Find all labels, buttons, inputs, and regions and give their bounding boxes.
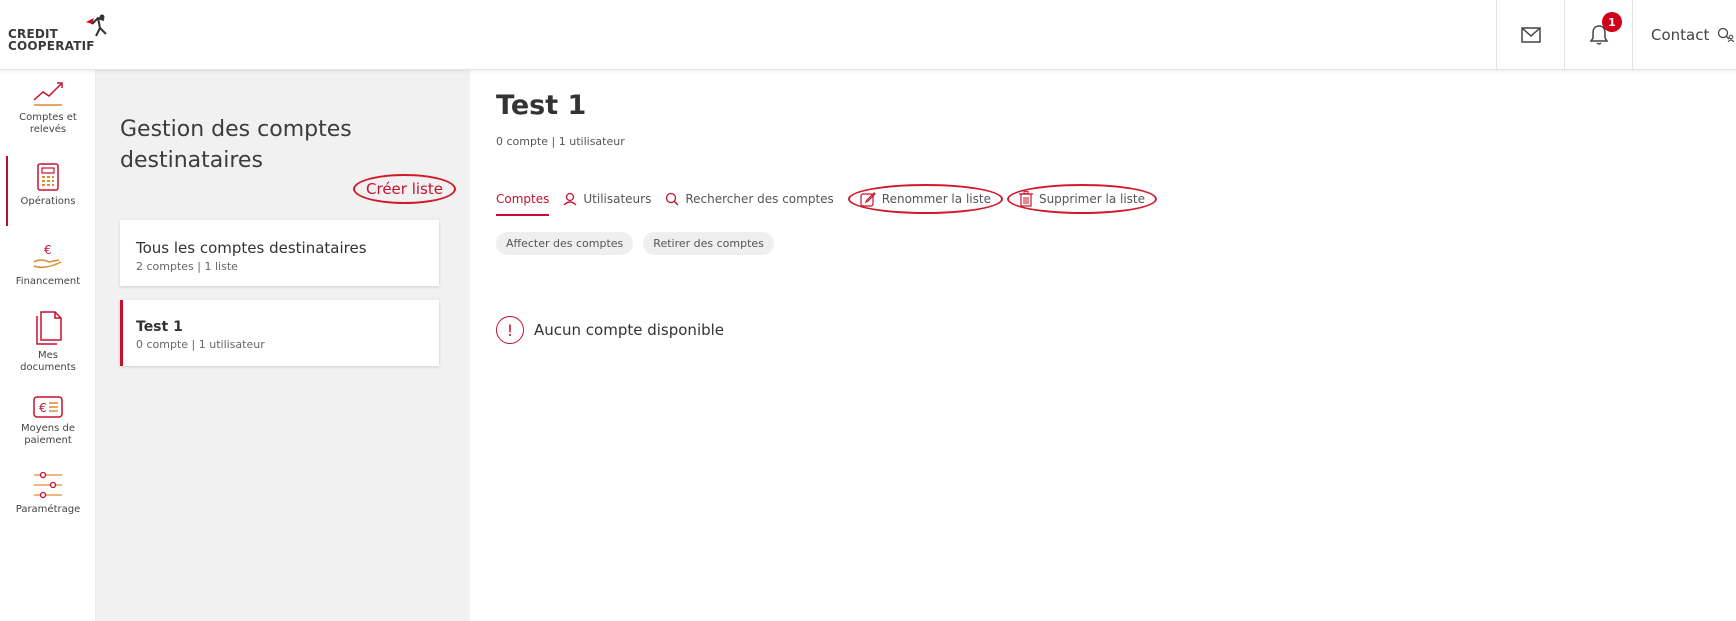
messages-button[interactable] bbox=[1496, 0, 1564, 70]
create-list-button[interactable]: Créer liste bbox=[353, 174, 456, 204]
nav-label-comptes: Comptes et relevés bbox=[19, 112, 77, 135]
nav-item-parametrage[interactable]: Paramétrage bbox=[0, 470, 96, 516]
nav-label-documents: Mes documents bbox=[20, 350, 76, 373]
nav-item-financement[interactable]: € Financement bbox=[0, 242, 96, 288]
nav-item-operations[interactable]: Opérations bbox=[0, 162, 96, 208]
trash-icon bbox=[1018, 191, 1033, 207]
calculator-icon bbox=[37, 163, 59, 191]
page-title: Test 1 bbox=[496, 90, 587, 121]
panel-title: Gestion des comptes destinataires bbox=[120, 117, 352, 173]
user-search-icon bbox=[1718, 27, 1735, 43]
assign-accounts-button[interactable]: Affecter des comptes bbox=[496, 232, 634, 255]
svg-text:€: € bbox=[39, 401, 47, 415]
detail-tabs: Comptes Utilisateurs Rechercher des comp… bbox=[496, 184, 1161, 216]
edit-icon bbox=[860, 191, 876, 207]
euro-hand-icon: € bbox=[33, 243, 62, 269]
nav-label-paiement: Moyens de paiement bbox=[20, 423, 76, 446]
page-subtitle: 0 compte | 1 utilisateur bbox=[496, 135, 625, 148]
list-card-all[interactable]: Tous les comptes destinataires 2 comptes… bbox=[120, 220, 439, 286]
rename-list-label: Renommer la liste bbox=[881, 192, 991, 206]
warning-icon: ! bbox=[496, 316, 524, 344]
list-card-subtitle: 0 compte | 1 utilisateur bbox=[136, 338, 265, 351]
nav-label-financement: Financement bbox=[15, 276, 81, 287]
tab-label: Comptes bbox=[496, 192, 550, 206]
remove-accounts-button[interactable]: Retirer des comptes bbox=[643, 232, 774, 255]
nav-item-mes-documents[interactable]: Mes documents bbox=[0, 310, 96, 374]
nav-label-operations: Opérations bbox=[20, 196, 76, 207]
nav-item-moyens-paiement[interactable]: € Moyens de paiement bbox=[0, 395, 96, 447]
logo-text-line2: COOPERATIF bbox=[8, 39, 95, 53]
rename-list-button[interactable]: Renommer la liste bbox=[847, 184, 1003, 214]
search-icon bbox=[665, 192, 679, 206]
delete-list-label: Supprimer la liste bbox=[1038, 192, 1146, 206]
svg-text:€: € bbox=[44, 243, 52, 257]
list-card-test1[interactable]: Test 1 0 compte | 1 utilisateur bbox=[120, 300, 439, 366]
tab-rechercher-comptes[interactable]: Rechercher des comptes bbox=[665, 184, 834, 214]
tab-utilisateurs[interactable]: Utilisateurs bbox=[563, 184, 651, 214]
tab-comptes[interactable]: Comptes bbox=[496, 184, 550, 216]
list-card-subtitle: 2 comptes | 1 liste bbox=[136, 260, 238, 273]
empty-state: ! Aucun compte disponible bbox=[496, 316, 724, 344]
nav-label-parametrage: Paramétrage bbox=[15, 504, 81, 515]
empty-state-text: Aucun compte disponible bbox=[534, 321, 725, 339]
contact-button[interactable]: Contact bbox=[1632, 0, 1736, 70]
notification-badge: 1 bbox=[1602, 12, 1622, 32]
contact-label: Contact bbox=[1651, 26, 1710, 44]
action-chips: Affecter des comptes Retirer des comptes bbox=[496, 232, 784, 255]
lists-panel: Gestion des comptes destinataires Créer … bbox=[96, 70, 470, 621]
payment-card-icon: € bbox=[33, 396, 63, 418]
list-card-title: Test 1 bbox=[136, 319, 183, 335]
tab-label: Utilisateurs bbox=[583, 192, 652, 206]
tab-label: Rechercher des comptes bbox=[685, 192, 834, 206]
mail-icon bbox=[1520, 27, 1541, 43]
nav-item-comptes-releves[interactable]: Comptes et relevés bbox=[0, 78, 96, 136]
list-card-title: Tous les comptes destinataires bbox=[136, 239, 367, 257]
main-navigation: Comptes et relevés Opérations € Financeme… bbox=[0, 70, 96, 621]
user-icon bbox=[563, 192, 577, 206]
top-header: CREDIT COOPERATIF 1 Contact bbox=[0, 0, 1736, 70]
notifications-button[interactable]: 1 bbox=[1564, 0, 1632, 70]
chart-line-icon bbox=[33, 82, 63, 106]
list-detail: Test 1 0 compte | 1 utilisateur Comptes … bbox=[470, 70, 1736, 621]
delete-list-button[interactable]: Supprimer la liste bbox=[1006, 184, 1158, 214]
sliders-icon bbox=[34, 471, 62, 499]
credit-cooperatif-logo[interactable]: CREDIT COOPERATIF bbox=[8, 14, 128, 60]
documents-icon bbox=[36, 311, 62, 345]
